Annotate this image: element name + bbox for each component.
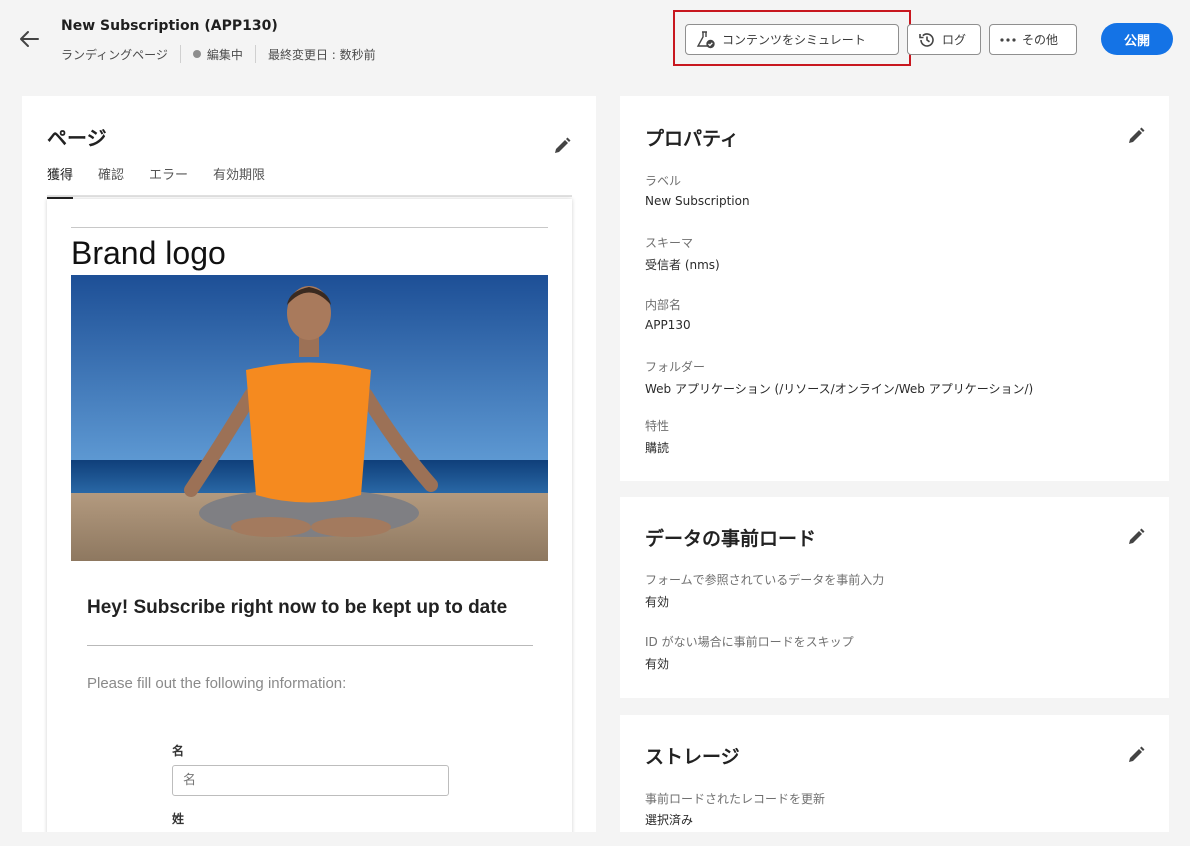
property-label: ID がない場合に事前ロードをスキップ xyxy=(645,635,854,649)
property-value: 受信者 (nms) xyxy=(645,258,720,272)
page-meta: ランディングページ 編集中 最終変更日 : 数秒前 xyxy=(61,45,376,63)
simulate-label: コンテンツをシミュレート xyxy=(722,33,866,47)
simulate-content-button[interactable]: コンテンツをシミュレート xyxy=(685,24,899,55)
edit-pencil-icon[interactable] xyxy=(1126,126,1146,146)
page-type: ランディングページ xyxy=(61,47,168,62)
properties-title: プロパティ xyxy=(645,128,739,150)
divider xyxy=(71,227,548,228)
form-instructions: Please fill out the following informatio… xyxy=(87,675,347,692)
property-label: 内部名 xyxy=(645,298,682,312)
storage-title: ストレージ xyxy=(645,746,740,768)
status-text: 編集中 xyxy=(206,47,243,62)
more-label: その他 xyxy=(1022,33,1059,47)
edit-pencil-icon[interactable] xyxy=(1126,745,1146,765)
first-name-label: 名 xyxy=(172,744,185,758)
properties-card: プロパティ ラベル New Subscription スキーマ 受信者 (nms… xyxy=(620,96,1169,481)
property-label: ラベル xyxy=(645,174,682,188)
tab-expiration[interactable]: 有効期限 xyxy=(213,162,265,197)
property-value: 有効 xyxy=(645,657,670,671)
preload-card: データの事前ロード フォームで参照されているデータを事前入力 有効 ID がない… xyxy=(620,497,1169,698)
history-icon xyxy=(919,32,934,47)
property-label: フォームで参照されているデータを事前入力 xyxy=(645,573,885,587)
page-panel: ページ 獲得 確認 エラー 有効期限 Brand logo Hey! Subsc… xyxy=(22,96,596,832)
publish-button[interactable]: 公開 xyxy=(1101,23,1173,55)
page-preview: Brand logo Hey! Subscribe right now to b… xyxy=(47,199,572,832)
more-button[interactable]: その他 xyxy=(989,24,1077,55)
log-label: ログ xyxy=(942,33,967,47)
property-value: 選択済み xyxy=(645,813,694,827)
property-value: Web アプリケーション (/リソース/オンライン/Web アプリケーション/) xyxy=(645,382,1034,396)
more-dots-icon xyxy=(1000,37,1016,42)
status-dot-icon xyxy=(192,50,201,58)
last-name-label: 姓 xyxy=(172,812,185,826)
property-label: フォルダー xyxy=(645,360,706,374)
divider xyxy=(87,645,533,646)
preload-title: データの事前ロード xyxy=(645,528,817,550)
property-label: 特性 xyxy=(645,419,670,433)
property-label: 事前ロードされたレコードを更新 xyxy=(645,792,826,806)
page-tabs: 獲得 確認 エラー 有効期限 xyxy=(47,162,572,199)
edit-pencil-icon[interactable] xyxy=(1126,527,1146,547)
hero-image xyxy=(71,275,548,561)
property-label: スキーマ xyxy=(645,236,694,250)
tab-acquisition[interactable]: 獲得 xyxy=(47,162,74,199)
subscribe-headline: Hey! Subscribe right now to be kept up t… xyxy=(87,597,508,618)
tab-confirmation[interactable]: 確認 xyxy=(98,162,124,197)
divider xyxy=(179,45,181,63)
last-modified: 最終変更日 : 数秒前 xyxy=(267,47,376,62)
edit-pencil-icon[interactable] xyxy=(552,136,572,156)
tab-error[interactable]: エラー xyxy=(149,162,188,197)
brand-logo: Brand logo xyxy=(71,235,226,271)
first-name-field[interactable] xyxy=(172,765,449,796)
property-value: 購読 xyxy=(645,441,670,455)
property-value: 有効 xyxy=(645,595,670,609)
storage-card: ストレージ 事前ロードされたレコードを更新 選択済み xyxy=(620,715,1169,832)
log-button[interactable]: ログ xyxy=(907,24,981,55)
page-title: New Subscription (APP130) xyxy=(61,18,278,34)
divider xyxy=(254,45,256,63)
back-arrow-icon[interactable] xyxy=(16,26,42,52)
property-value: APP130 xyxy=(645,318,691,332)
flask-check-icon xyxy=(696,30,715,48)
property-value: New Subscription xyxy=(645,194,750,208)
page-panel-title: ページ xyxy=(47,126,107,150)
